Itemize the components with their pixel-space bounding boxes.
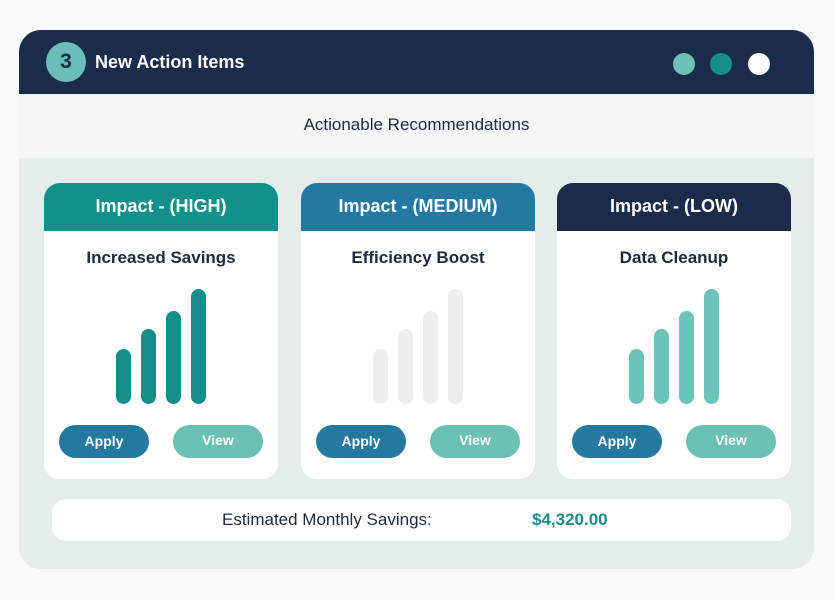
- view-button[interactable]: View: [173, 425, 263, 458]
- apply-button[interactable]: Apply: [59, 425, 149, 458]
- apply-button[interactable]: Apply: [316, 425, 406, 458]
- signal-bar-4: [191, 289, 206, 404]
- signal-bar-1: [373, 349, 388, 404]
- signal-bar-1: [629, 349, 644, 404]
- savings-label: Estimated Monthly Savings:: [222, 510, 432, 529]
- signal-bar-4: [704, 289, 719, 404]
- card-title: Efficiency Boost: [351, 248, 485, 267]
- recommendation-card-medium: Impact - (MEDIUM) Efficiency Boost Apply…: [301, 183, 535, 479]
- savings-value: $4,320.00: [532, 510, 608, 529]
- signal-bar-4: [448, 289, 463, 404]
- count-badge: 3: [46, 42, 86, 82]
- impact-label: Impact - (LOW): [557, 183, 791, 231]
- savings-summary: Estimated Monthly Savings: $4,320.00: [52, 499, 791, 541]
- signal-bars-icon: [44, 289, 278, 404]
- impact-label: Impact - (HIGH): [44, 183, 278, 231]
- recommendation-card-low: Impact - (LOW) Data Cleanup Apply View: [557, 183, 791, 479]
- apply-button[interactable]: Apply: [572, 425, 662, 458]
- window-dot-2[interactable]: [710, 53, 732, 75]
- impact-label: Impact - (MEDIUM): [301, 183, 535, 231]
- signal-bar-3: [423, 311, 438, 404]
- signal-bar-2: [654, 329, 669, 404]
- card-title: Increased Savings: [86, 248, 236, 267]
- view-button[interactable]: View: [430, 425, 520, 458]
- window-dot-1[interactable]: [673, 53, 695, 75]
- signal-bar-1: [116, 349, 131, 404]
- view-button[interactable]: View: [686, 425, 776, 458]
- signal-bars-icon: [557, 289, 791, 404]
- card-title: Data Cleanup: [619, 248, 729, 267]
- subheader: Actionable Recommendations: [19, 94, 814, 158]
- signal-bar-2: [141, 329, 156, 404]
- recommendation-card-high: Impact - (HIGH) Increased Savings Apply …: [44, 183, 278, 479]
- signal-bar-2: [398, 329, 413, 404]
- panel-header: 3 New Action Items: [19, 30, 814, 94]
- action-items-panel: 3 New Action Items Actionable Recommenda…: [19, 30, 814, 569]
- signal-bar-3: [166, 311, 181, 404]
- panel-title: New Action Items: [95, 52, 245, 72]
- signal-bars-icon: [301, 289, 535, 404]
- window-dot-3[interactable]: [748, 53, 770, 75]
- signal-bar-3: [679, 311, 694, 404]
